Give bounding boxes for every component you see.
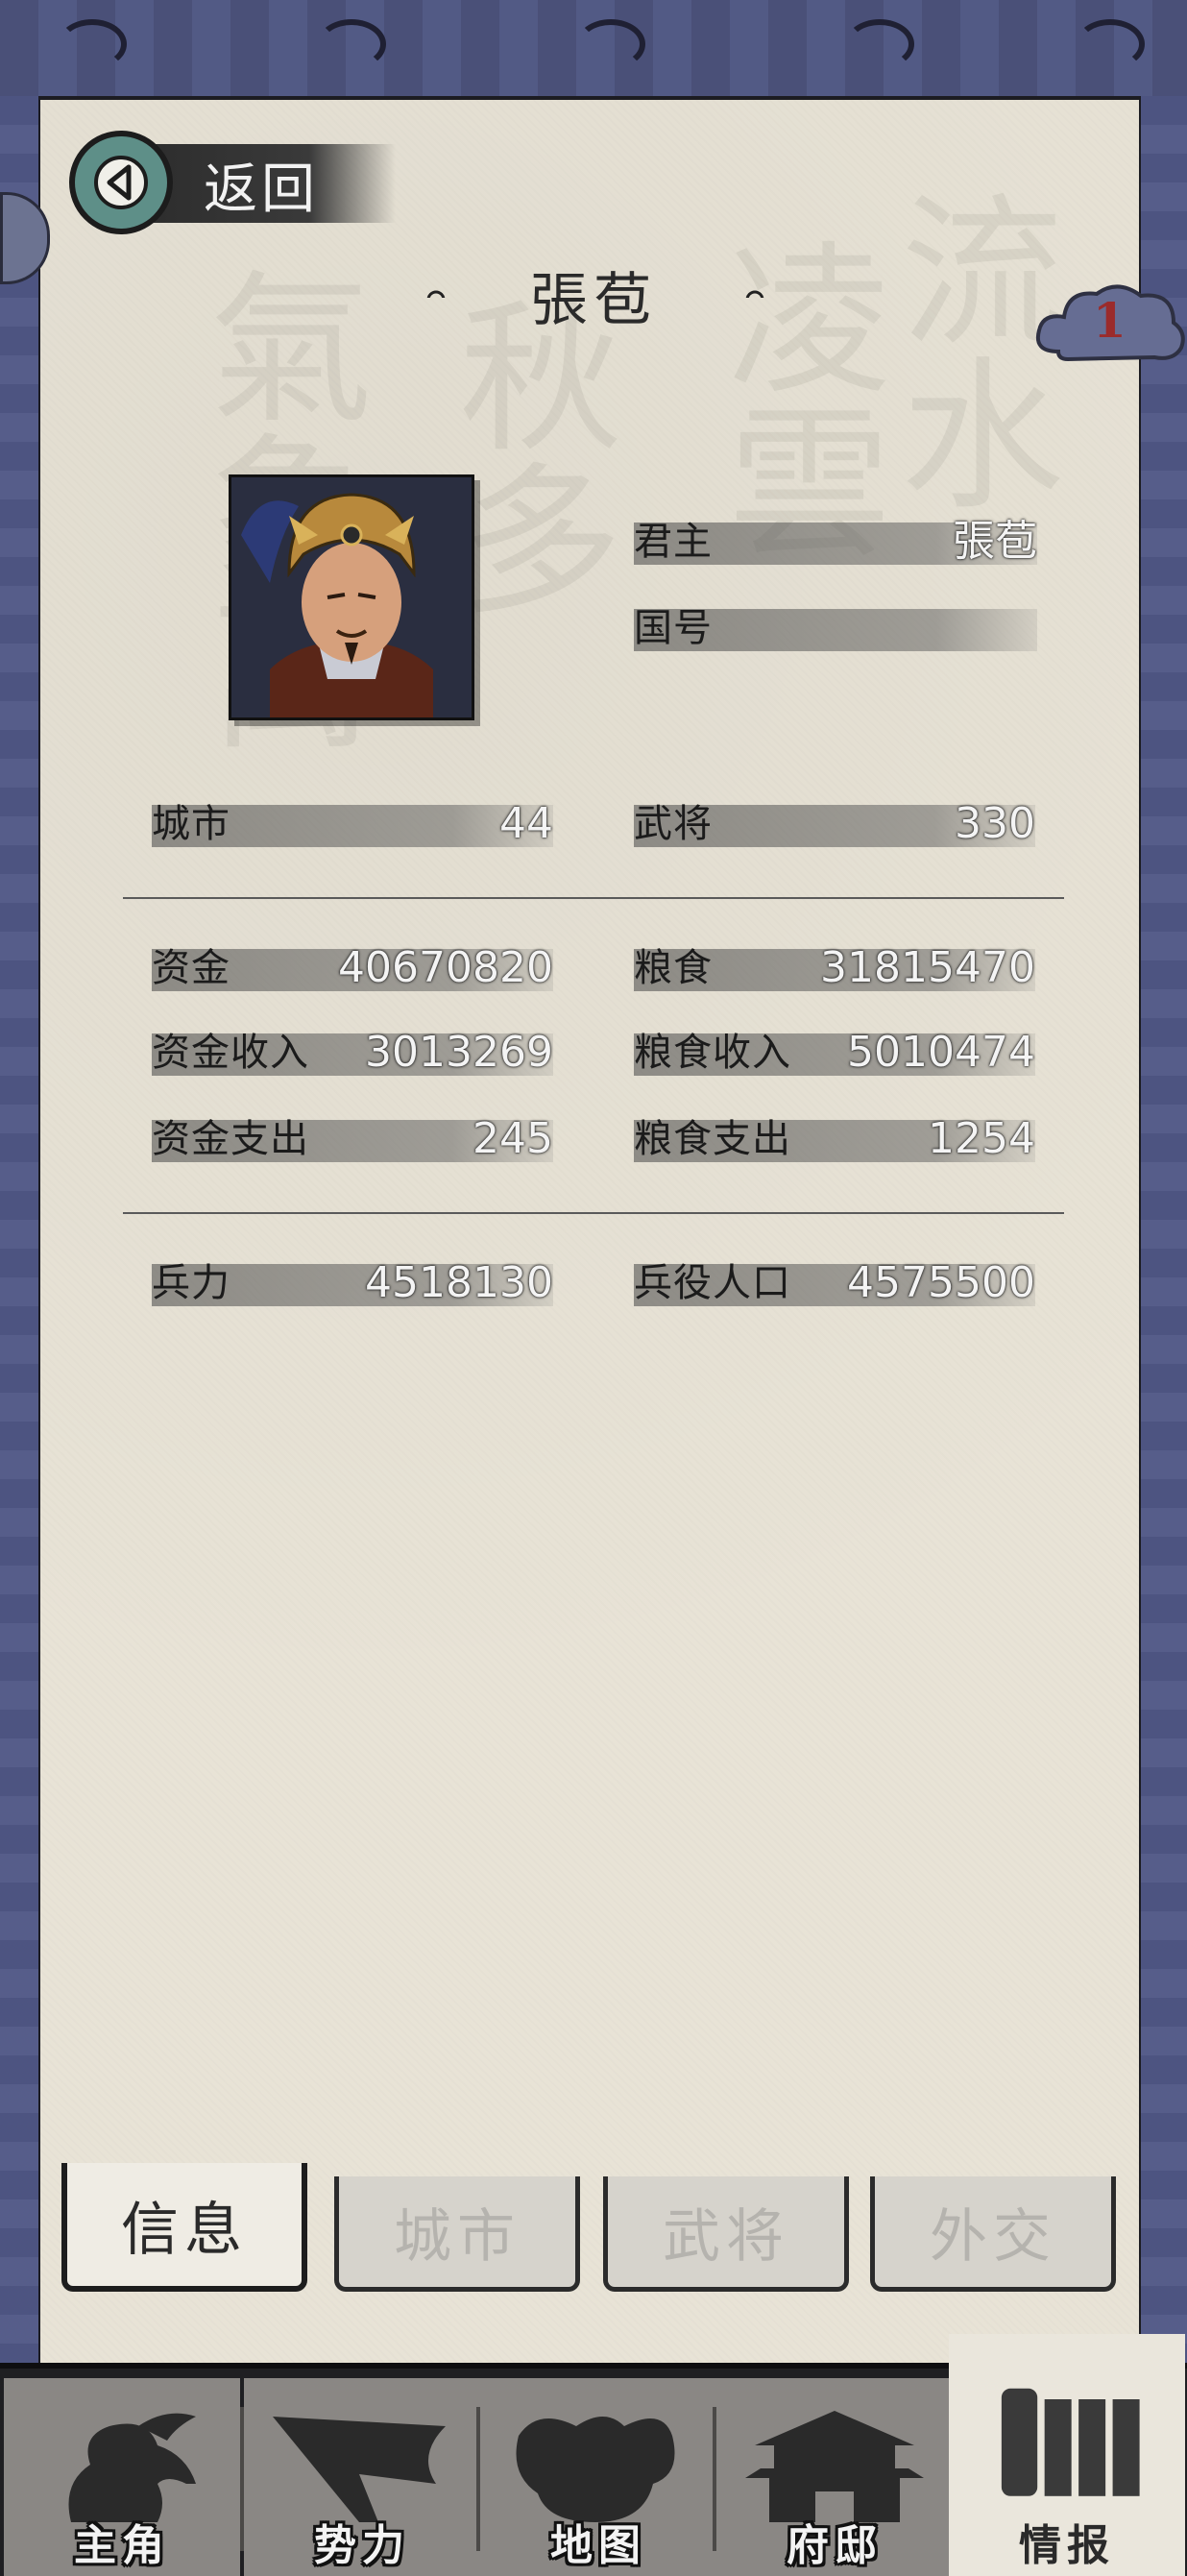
nav-hero[interactable]: 主角 bbox=[4, 2378, 240, 2576]
stat-value: 245 bbox=[472, 1114, 553, 1163]
stat-label: 资金支出 bbox=[152, 1117, 309, 1161]
stat-row-food-income: 粮食收入 5010474 bbox=[634, 1026, 1035, 1080]
stat-row-funds: 资金 40670820 bbox=[152, 941, 553, 995]
ruler-label: 君主 bbox=[634, 520, 713, 564]
tab-diplomacy[interactable]: 外交 bbox=[870, 2176, 1116, 2292]
bottom-nav: 主角 势力 地图 府邸 情报 bbox=[0, 2334, 1187, 2576]
divider bbox=[123, 1212, 1064, 1214]
nav-label: 主角 bbox=[74, 2521, 170, 2570]
nav-intel[interactable]: 情报 bbox=[949, 2334, 1185, 2576]
tab-label: 信息 bbox=[121, 2196, 248, 2264]
stat-row-conscript-pop: 兵役人口 4575500 bbox=[634, 1256, 1035, 1310]
stat-label: 兵役人口 bbox=[634, 1261, 791, 1305]
tab-cities[interactable]: 城市 bbox=[334, 2176, 580, 2292]
stat-row-troops: 兵力 4518130 bbox=[152, 1256, 553, 1310]
stat-label: 资金 bbox=[152, 946, 230, 990]
kingdom-name-row: 国号 bbox=[634, 601, 1037, 655]
back-button[interactable]: 返回 bbox=[69, 131, 396, 236]
back-label: 返回 bbox=[204, 158, 319, 221]
tab-label: 城市 bbox=[394, 2203, 521, 2271]
nav-label: 地图 bbox=[550, 2521, 646, 2570]
stat-row-cities: 城市 44 bbox=[152, 797, 553, 851]
ruler-portrait bbox=[229, 474, 474, 720]
tab-generals[interactable]: 武将 bbox=[603, 2176, 849, 2292]
stat-value: 5010474 bbox=[847, 1028, 1035, 1077]
page-title: 張苞 bbox=[530, 267, 657, 334]
tab-bar: 信息 城市 武将 外交 bbox=[61, 2163, 1127, 2297]
stat-row-food: 粮食 31815470 bbox=[634, 941, 1035, 995]
kingdom-name-label: 国号 bbox=[634, 606, 713, 650]
cloud-badge[interactable]: 1 bbox=[1030, 275, 1187, 371]
stat-label: 粮食支出 bbox=[634, 1117, 791, 1161]
stat-label: 资金收入 bbox=[152, 1031, 309, 1075]
tab-label: 武将 bbox=[663, 2203, 789, 2271]
stat-value: 44 bbox=[499, 799, 553, 848]
nav-label: 势力 bbox=[314, 2521, 410, 2570]
stat-label: 武将 bbox=[634, 802, 713, 846]
stat-row-funds-expense: 资金支出 245 bbox=[152, 1112, 553, 1166]
nav-label: 府邸 bbox=[787, 2521, 883, 2570]
top-frame bbox=[0, 0, 1187, 100]
nav-faction[interactable]: 势力 bbox=[244, 2378, 480, 2576]
nav-map[interactable]: 地图 bbox=[480, 2378, 716, 2576]
scroll-icon bbox=[1001, 2388, 1140, 2496]
stat-value: 330 bbox=[955, 799, 1035, 848]
right-frame bbox=[1137, 96, 1187, 2363]
back-arrow-icon bbox=[69, 131, 173, 234]
nav-mansion[interactable]: 府邸 bbox=[716, 2378, 953, 2576]
stat-row-generals: 武将 330 bbox=[634, 797, 1035, 851]
stat-value: 4575500 bbox=[847, 1258, 1035, 1307]
stat-value: 1254 bbox=[928, 1114, 1035, 1163]
stat-value: 3013269 bbox=[365, 1028, 553, 1077]
ruler-row: 君主 張苞 bbox=[634, 515, 1037, 569]
tab-info[interactable]: 信息 bbox=[61, 2163, 307, 2292]
stat-label: 兵力 bbox=[152, 1261, 230, 1305]
stat-value: 31815470 bbox=[820, 943, 1035, 992]
left-frame bbox=[0, 96, 42, 2363]
tab-label: 外交 bbox=[930, 2203, 1056, 2271]
stat-row-funds-income: 资金收入 3013269 bbox=[152, 1026, 553, 1080]
badge-count: 1 bbox=[1093, 292, 1126, 349]
nav-label: 情报 bbox=[1019, 2521, 1115, 2570]
content-panel: 氣象萬 秋多 凌雲 流水 bbox=[40, 100, 1139, 2363]
stat-value: 4518130 bbox=[365, 1258, 553, 1307]
stat-label: 城市 bbox=[152, 802, 230, 846]
stat-row-food-expense: 粮食支出 1254 bbox=[634, 1112, 1035, 1166]
divider bbox=[123, 897, 1064, 899]
calligraphy-decoration: 流水 bbox=[872, 186, 1062, 513]
stat-value: 40670820 bbox=[338, 943, 553, 992]
stat-label: 粮食收入 bbox=[634, 1031, 791, 1075]
stat-label: 粮食 bbox=[634, 946, 713, 990]
ruler-value: 張苞 bbox=[953, 517, 1037, 566]
title-ornament-right-icon bbox=[745, 290, 764, 298]
